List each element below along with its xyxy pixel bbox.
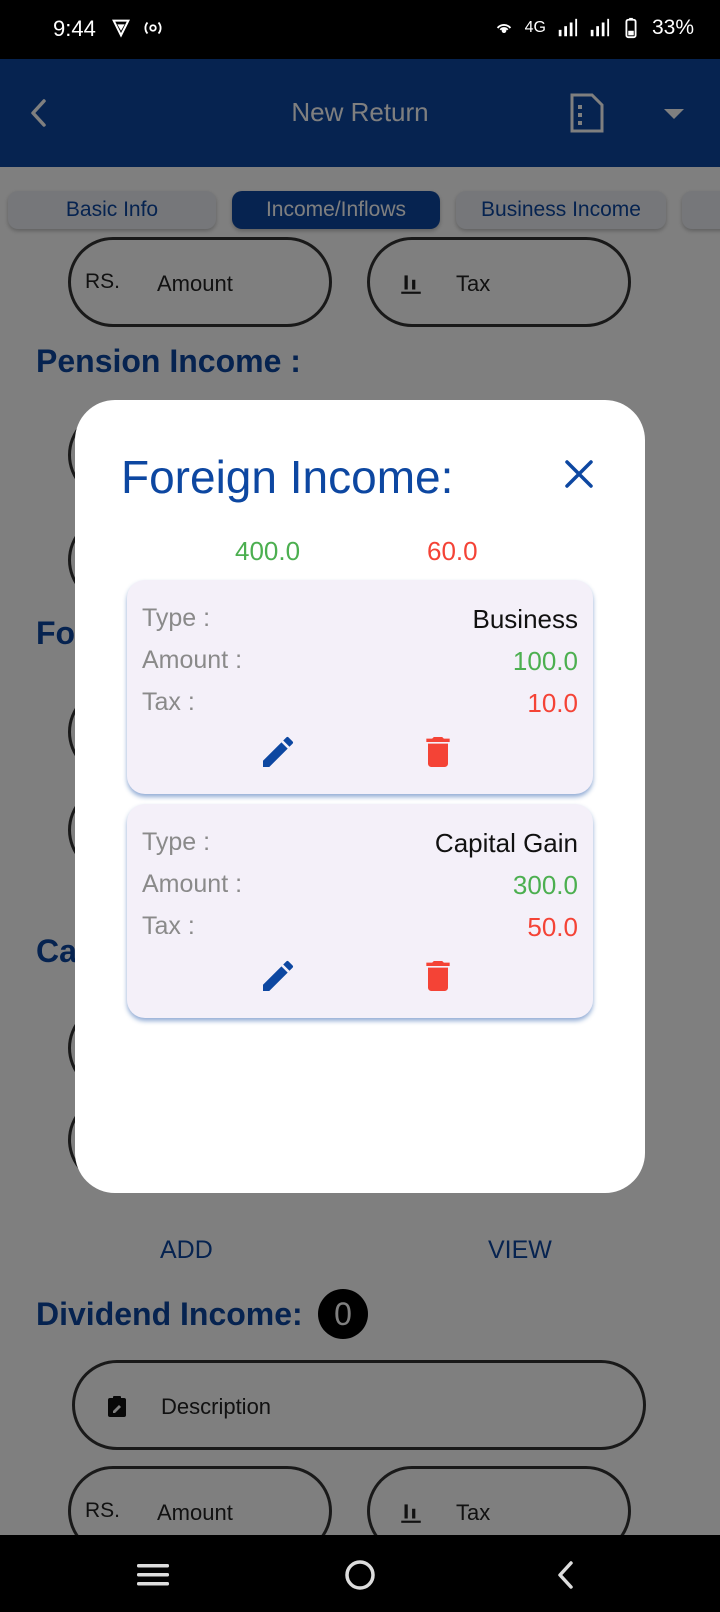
tax-value: 10.0 <box>527 688 578 718</box>
foreign-income-dialog: Foreign Income: 400.0 60.0 Type : Busine… <box>75 400 645 1193</box>
type-value: Capital Gain <box>434 828 578 858</box>
back-nav-icon[interactable] <box>545 1553 589 1597</box>
status-left-icons <box>110 17 164 39</box>
delete-trash-icon[interactable] <box>418 956 458 996</box>
amount-label: Amount : <box>142 646 243 674</box>
signal-icon <box>558 18 578 37</box>
type-label: Type : <box>142 828 211 856</box>
edit-pencil-icon[interactable] <box>258 956 298 996</box>
status-time: 9:44 <box>53 16 96 41</box>
tax-value: 50.0 <box>527 912 578 942</box>
type-value: Business <box>472 604 579 634</box>
tax-label: Tax : <box>142 688 195 716</box>
network-type: 4G <box>524 19 546 36</box>
income-entry-card: Type : Capital Gain Amount : 300.0 Tax :… <box>127 804 593 1018</box>
battery-icon <box>625 17 637 39</box>
type-label: Type : <box>142 604 211 632</box>
status-bar: 9:44 4G 33% <box>0 0 720 59</box>
signal-icon-2 <box>590 18 610 37</box>
recent-apps-icon[interactable] <box>131 1553 175 1597</box>
edit-pencil-icon[interactable] <box>258 732 298 772</box>
tax-label: Tax : <box>142 912 195 940</box>
amount-value: 100.0 <box>512 646 578 676</box>
amount-value: 300.0 <box>512 870 578 900</box>
hotspot-icon <box>144 21 162 35</box>
close-icon[interactable] <box>561 456 597 492</box>
income-entry-card: Type : Business Amount : 100.0 Tax : 10.… <box>127 580 593 794</box>
status-right: 4G 33% <box>493 16 694 40</box>
battery-level: 33% <box>651 16 694 39</box>
total-amount: 400.0 <box>235 536 301 566</box>
vpn-shield-icon <box>112 19 130 38</box>
home-icon[interactable] <box>338 1553 382 1597</box>
delete-trash-icon[interactable] <box>418 732 458 772</box>
wifi-calling-icon <box>496 24 511 34</box>
amount-label: Amount : <box>142 870 243 898</box>
dialog-title: Foreign Income: <box>121 451 454 503</box>
total-tax: 60.0 <box>427 536 478 566</box>
system-nav-bar <box>0 1535 720 1612</box>
